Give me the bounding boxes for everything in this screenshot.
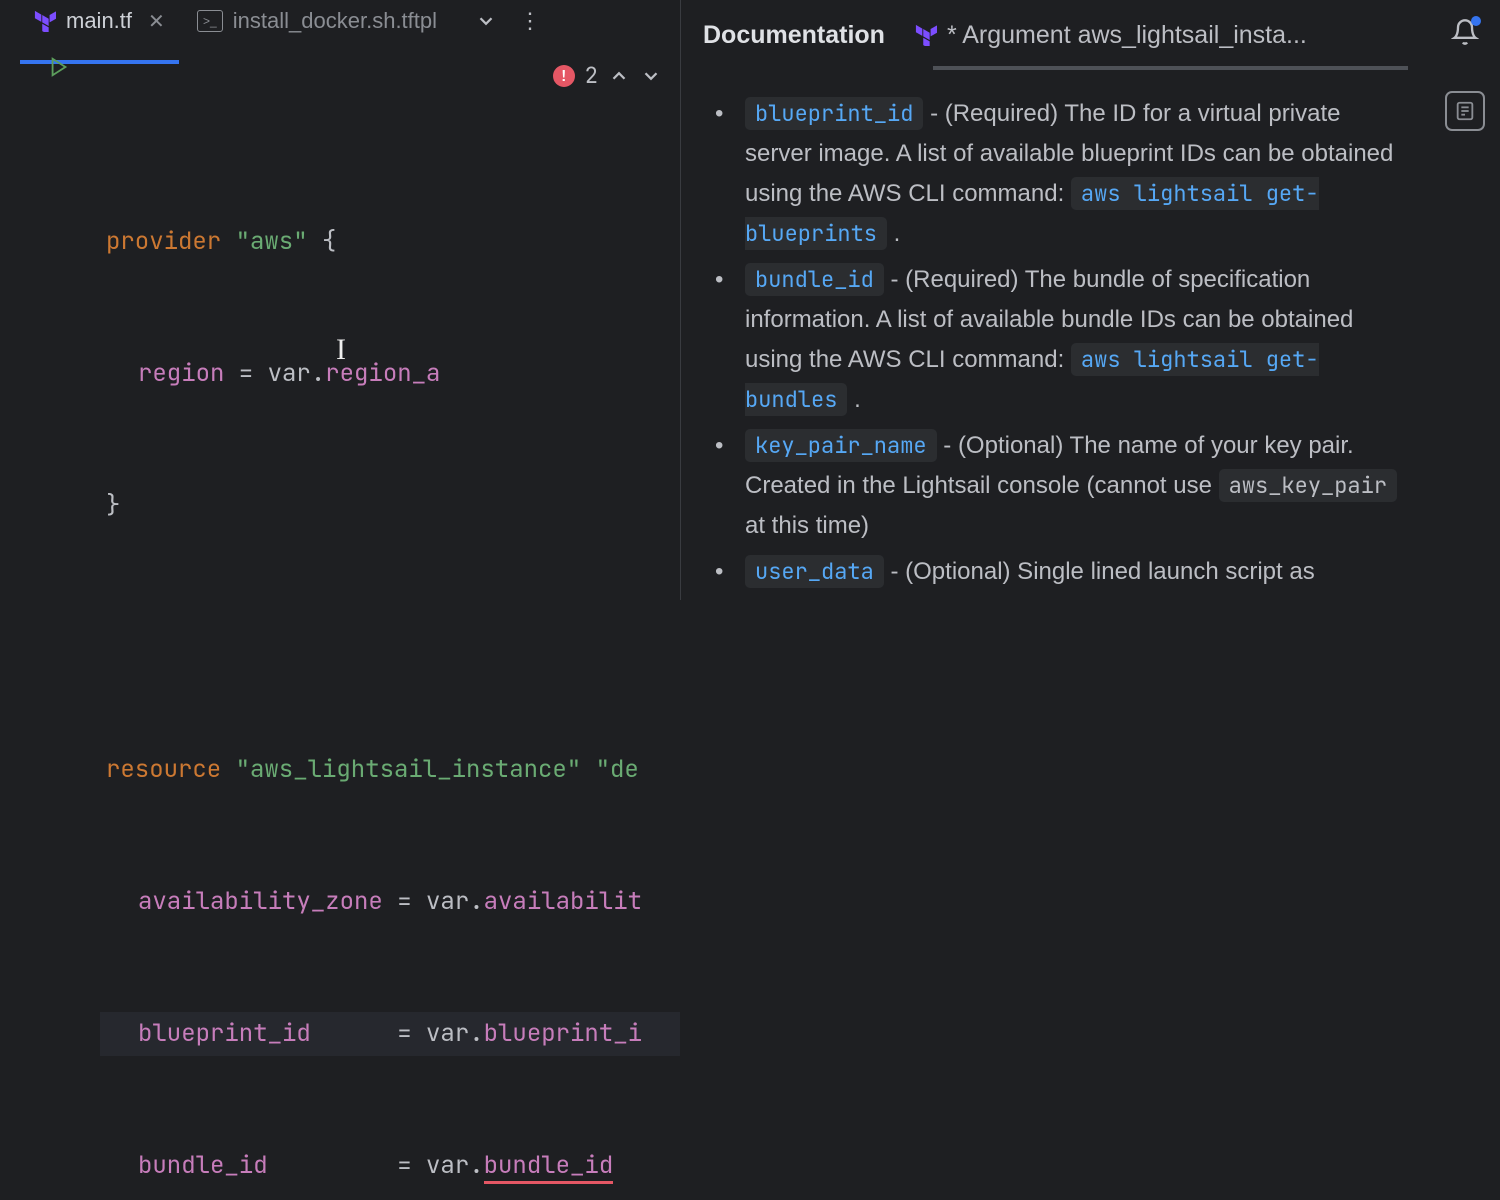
code-token: key_pair_name: [745, 429, 937, 462]
doc-title: Documentation: [703, 21, 885, 50]
documentation-tool-button[interactable]: [1445, 91, 1485, 131]
error-count: 2: [585, 54, 598, 98]
notifications-button[interactable]: [1451, 18, 1479, 51]
attr-blueprint-id: blueprint_id: [138, 1018, 311, 1049]
shell-icon: >_: [197, 10, 223, 32]
doc-item-blueprint-id: blueprint_id - (Required) The ID for a v…: [731, 94, 1400, 254]
code-area: ! 2 provider "aws" { region = var.region…: [0, 42, 680, 1200]
tab-bar: main.tf ✕ >_ install_docker.sh.tftpl ⋮: [0, 0, 680, 42]
doc-item-user-data: user_data - (Optional) Single lined laun…: [731, 552, 1400, 592]
string: "aws_lightsail_instance": [236, 754, 582, 785]
chevron-up-icon[interactable]: [608, 65, 630, 87]
breadcrumb-label: * Argument aws_lightsail_insta...: [947, 21, 1307, 50]
code-token: user_data: [745, 555, 884, 588]
close-icon[interactable]: ✕: [148, 9, 165, 34]
error-badge-icon[interactable]: !: [553, 65, 575, 87]
gutter: [0, 42, 100, 1200]
code-token: blueprint_id: [745, 97, 923, 130]
documentation-pane: Documentation * Argument aws_lightsail_i…: [681, 0, 1430, 600]
keyword: provider: [106, 226, 221, 257]
terraform-icon: [34, 10, 56, 32]
run-icon[interactable]: [48, 56, 70, 78]
chevron-down-icon[interactable]: [640, 65, 662, 87]
terraform-icon: [915, 24, 937, 46]
doc-item-bundle-id: bundle_id - (Required) The bundle of spe…: [731, 260, 1400, 420]
tab-main-tf[interactable]: main.tf ✕: [20, 0, 179, 42]
tab-install-docker[interactable]: >_ install_docker.sh.tftpl: [183, 0, 451, 42]
doc-content[interactable]: blueprint_id - (Required) The ID for a v…: [681, 70, 1430, 600]
keyword: resource: [106, 754, 221, 785]
tab-label: main.tf: [66, 8, 132, 34]
code-token: bundle_id: [745, 263, 884, 296]
code-editor[interactable]: ! 2 provider "aws" { region = var.region…: [100, 42, 680, 1200]
doc-header: Documentation * Argument aws_lightsail_i…: [681, 0, 1430, 70]
doc-breadcrumb[interactable]: * Argument aws_lightsail_insta...: [915, 21, 1408, 50]
error-indicators: ! 2: [553, 54, 662, 98]
attr: region: [138, 358, 224, 389]
doc-item-key-pair-name: key_pair_name - (Optional) The name of y…: [731, 426, 1400, 546]
code-token: aws_key_pair: [1219, 469, 1397, 502]
tab-label: install_docker.sh.tftpl: [233, 8, 437, 34]
string: "aws": [236, 226, 308, 257]
dots-vertical-icon[interactable]: ⋮: [519, 8, 539, 34]
chevron-down-icon[interactable]: [475, 10, 497, 32]
right-rail: [1430, 0, 1500, 600]
breadcrumb-underline: [933, 66, 1408, 70]
notification-dot: [1471, 16, 1481, 26]
editor-pane: main.tf ✕ >_ install_docker.sh.tftpl ⋮ !…: [0, 0, 680, 600]
